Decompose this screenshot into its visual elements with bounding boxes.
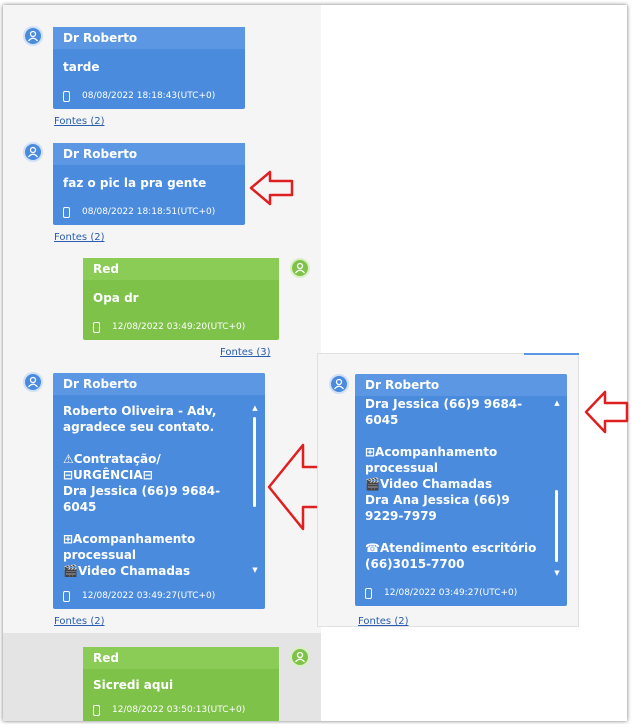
fontes-link[interactable]: Fontes (2) <box>358 616 408 626</box>
zoomed-message-inset: Dr Roberto Dra Jessica (66)9 9684-6045 ⊞… <box>317 353 579 627</box>
message-timestamp: 08/08/2022 18:18:51(UTC+0) <box>82 207 216 217</box>
message-line: processual <box>365 461 439 475</box>
message-line-empty <box>63 435 247 451</box>
message-line: ⚠Contratação/ <box>63 452 161 466</box>
sender-name: Dr Roberto <box>53 143 245 165</box>
message-timestamp: 12/08/2022 03:50:13(UTC+0) <box>112 705 246 715</box>
user-avatar-icon <box>290 258 310 278</box>
message-line: agradece seu contato. <box>63 420 215 434</box>
user-avatar-icon <box>329 374 349 394</box>
chat-panel <box>3 5 321 721</box>
phone-icon <box>63 90 70 102</box>
message-line: ⊞Acompanhamento <box>63 532 196 546</box>
user-avatar-icon <box>23 372 43 392</box>
message-line: Dra Jessica (66)9 9684-6045 <box>63 484 221 514</box>
sender-name: Red <box>83 258 279 280</box>
message-text: Opa dr <box>93 291 139 305</box>
message-text: Sicredi aqui <box>93 678 174 692</box>
user-avatar-icon <box>290 647 310 667</box>
scroll-down-icon[interactable]: ▼ <box>251 567 259 574</box>
message-line: 🎬Video Chamadas <box>63 564 191 577</box>
scroll-down-icon[interactable]: ▼ <box>553 570 561 577</box>
fontes-link[interactable]: Fontes (2) <box>54 616 104 627</box>
scroll-up-icon[interactable]: ▲ <box>553 400 561 407</box>
message-text-scroll-area[interactable]: Roberto Oliveira - Adv, agradece seu con… <box>63 403 247 577</box>
sender-name: Dr Roberto <box>53 373 265 395</box>
message-line: ⊟URGÊNCIA⊟ <box>63 468 153 482</box>
message-bubble-outgoing[interactable]: Red Opa dr 12/08/2022 03:49:20(UTC+0) <box>83 258 279 340</box>
fontes-link[interactable]: Fontes (2) <box>54 232 104 243</box>
message-scrollbar[interactable]: ▲ ▼ <box>251 403 259 575</box>
message-bubble[interactable]: Dr Roberto Roberto Oliveira - Adv, agrad… <box>53 373 265 609</box>
sender-name: Dr Roberto <box>53 27 245 49</box>
message-bubble[interactable]: Dr Roberto Dra Jessica (66)9 9684-6045 ⊞… <box>355 374 567 606</box>
message-timestamp: 12/08/2022 03:49:27(UTC+0) <box>82 591 216 601</box>
red-arrow-left-icon <box>584 390 629 434</box>
message-line: Dra Jessica (66)9 9684-6045 <box>365 397 523 427</box>
message-text: faz o pic la pra gente <box>63 176 207 190</box>
message-timestamp: 08/08/2022 18:18:43(UTC+0) <box>82 91 216 101</box>
message-bubble-outgoing[interactable]: Red Sicredi aqui 12/08/2022 03:50:13(UTC… <box>83 647 279 721</box>
message-timestamp-row: 12/08/2022 03:50:13(UTC+0) <box>93 703 273 717</box>
inset-top-accent <box>524 353 579 355</box>
message-timestamp-row: 08/08/2022 18:18:43(UTC+0) <box>63 89 239 103</box>
message-bubble[interactable]: Dr Roberto tarde 08/08/2022 18:18:43(UTC… <box>53 27 245 109</box>
sender-name: Red <box>83 647 279 669</box>
message-timestamp: 12/08/2022 03:49:27(UTC+0) <box>384 588 518 598</box>
red-arrow-left-icon <box>249 170 294 206</box>
message-line-empty <box>365 524 549 540</box>
message-line: processual <box>63 548 137 562</box>
phone-icon <box>365 587 372 599</box>
fontes-link[interactable]: Fontes (3) <box>220 347 270 358</box>
message-timestamp-row: 12/08/2022 03:49:27(UTC+0) <box>63 589 259 603</box>
message-text: tarde <box>63 60 100 74</box>
fontes-link[interactable]: Fontes (2) <box>54 116 104 127</box>
message-timestamp-row: 12/08/2022 03:49:27(UTC+0) <box>365 586 561 600</box>
message-line: 🎬Video Chamadas <box>365 477 493 491</box>
message-bubble[interactable]: Dr Roberto faz o pic la pra gente 08/08/… <box>53 143 245 225</box>
message-line: ⊞Acompanhamento <box>365 445 498 459</box>
message-line: Roberto Oliveira - Adv, <box>63 404 217 418</box>
phone-icon <box>63 590 70 602</box>
phone-icon <box>93 321 100 333</box>
scrollbar-thumb[interactable] <box>253 417 256 507</box>
scroll-up-icon[interactable]: ▲ <box>251 405 259 412</box>
message-timestamp: 12/08/2022 03:49:20(UTC+0) <box>112 322 246 332</box>
phone-icon <box>63 206 70 218</box>
sender-name: Dr Roberto <box>355 374 567 396</box>
message-line: Dra Ana Jessica (66)9 <box>365 493 510 507</box>
message-line: (66)3015-7700 <box>365 557 465 571</box>
user-avatar-icon <box>23 26 43 46</box>
message-line: ☎Atendimento escritório <box>365 541 537 555</box>
message-text-scroll-area[interactable]: Dra Jessica (66)9 9684-6045 ⊞Acompanhame… <box>365 396 549 574</box>
user-avatar-icon <box>23 142 43 162</box>
message-line-empty <box>365 428 549 444</box>
message-line: 9229-7979 <box>365 509 437 523</box>
message-timestamp-row: 08/08/2022 18:18:51(UTC+0) <box>63 205 239 219</box>
message-scrollbar[interactable]: ▲ ▼ <box>553 398 561 578</box>
phone-icon <box>93 704 100 716</box>
message-timestamp-row: 12/08/2022 03:49:20(UTC+0) <box>93 320 273 334</box>
scrollbar-thumb[interactable] <box>555 490 558 562</box>
message-line-empty <box>63 515 247 531</box>
